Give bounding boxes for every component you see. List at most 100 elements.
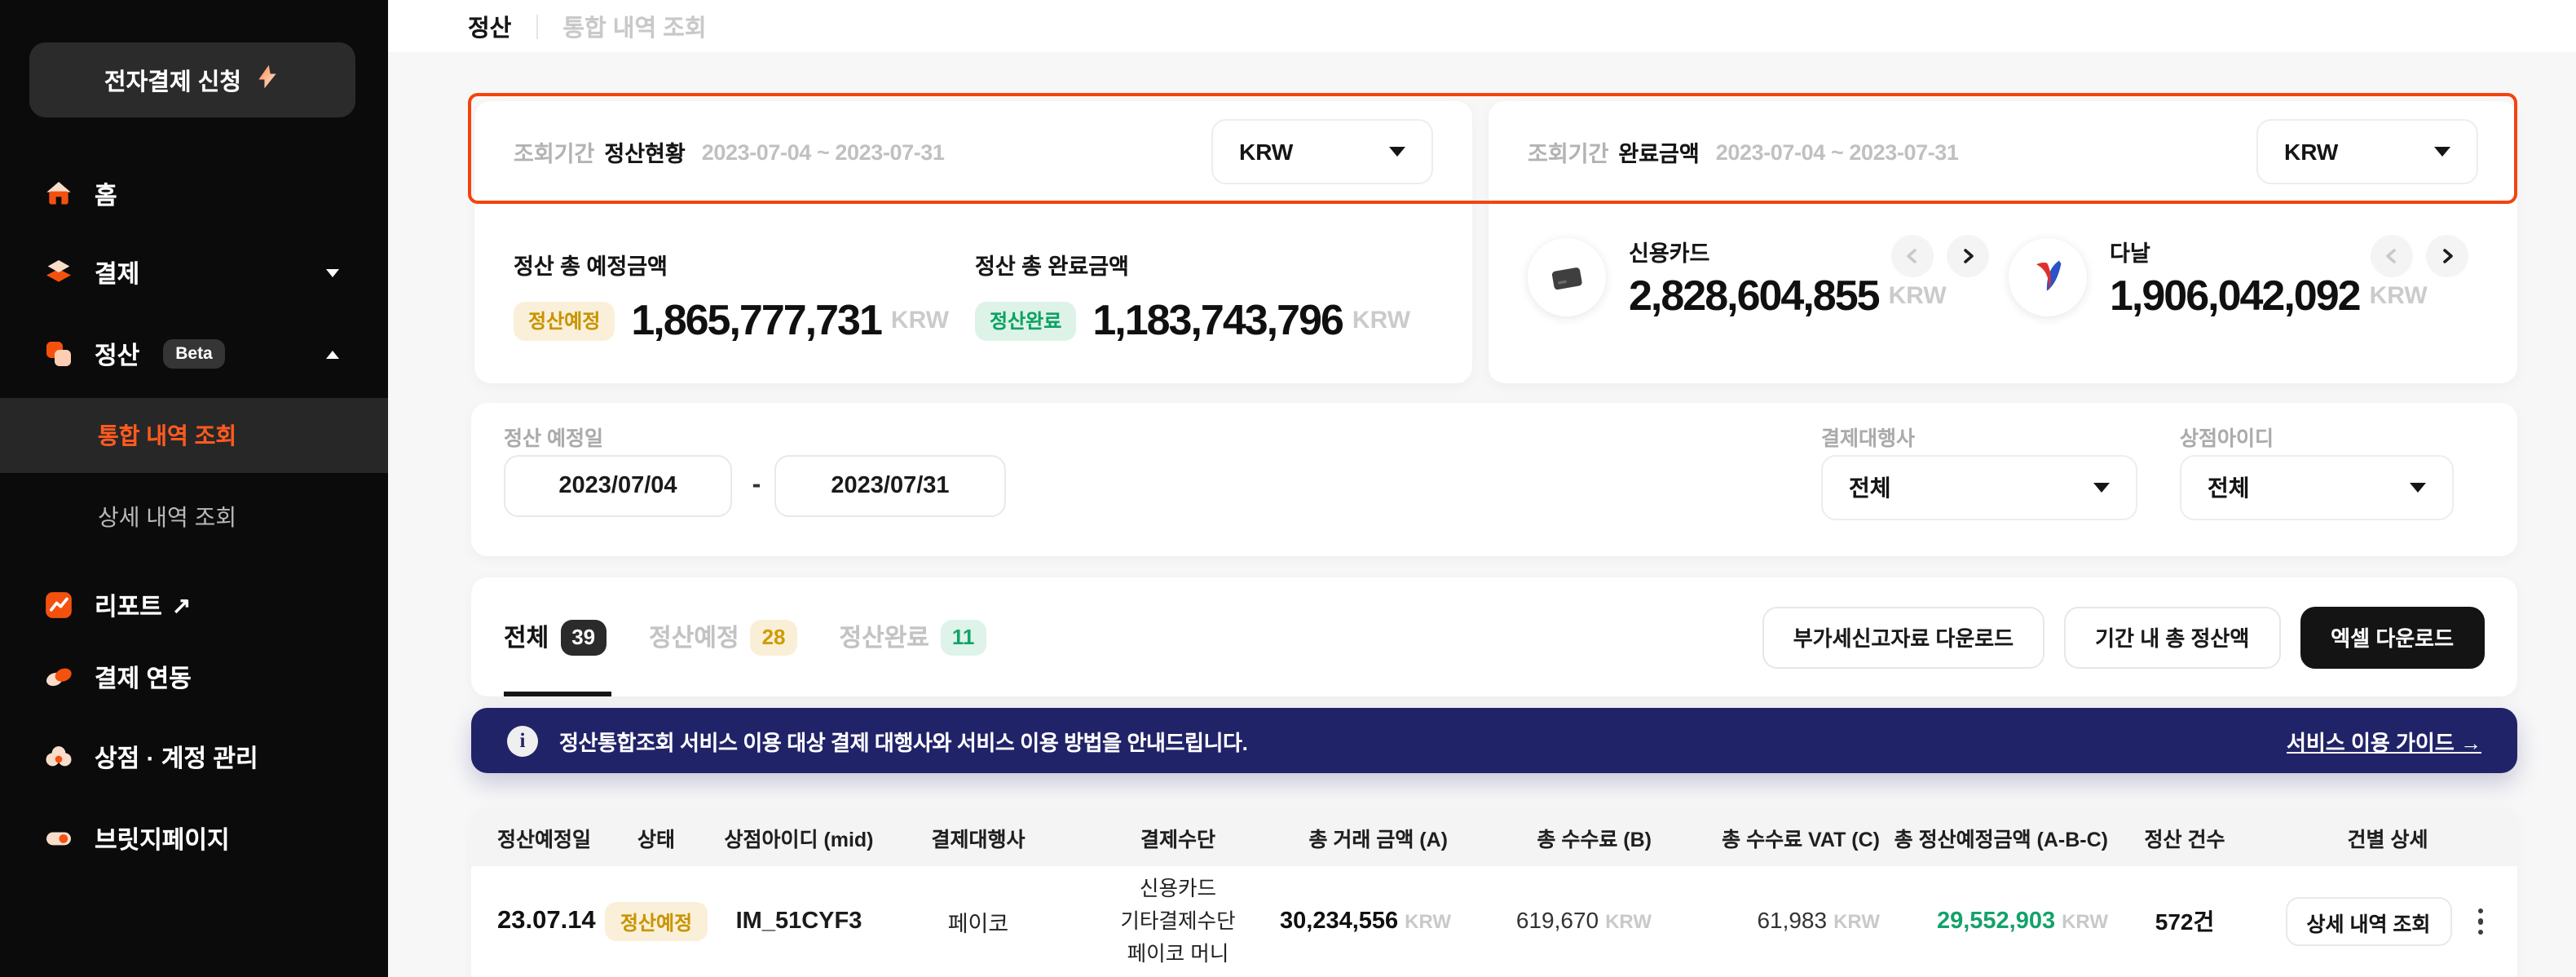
- tab-label: 정산완료: [840, 620, 929, 654]
- vat-report-download-button[interactable]: 부가세신고자료 다운로드: [1762, 606, 2044, 668]
- next-chevron-button[interactable]: [2426, 235, 2468, 277]
- period-total-button[interactable]: 기간 내 총 정산액: [2064, 606, 2280, 668]
- pg-select-value: 전체: [1849, 471, 1891, 504]
- sidebar-item-label: 홈: [95, 177, 117, 211]
- next-chevron-button[interactable]: [1947, 235, 1989, 277]
- report-chart-icon: [42, 589, 75, 621]
- link-pills-icon: [42, 661, 75, 693]
- sidebar-item-bridgepage[interactable]: 브릿지페이지: [0, 802, 388, 874]
- cell-pg: 페이코: [880, 905, 1076, 938]
- excel-download-button[interactable]: 엑셀 다운로드: [2300, 606, 2485, 668]
- completed-amount-card-header: 조회기간 완료금액 2023-07-04 ~ 2023-07-31 KRW: [1489, 101, 2517, 202]
- tabs-card: 전체 39 정산예정 28 정산완료 11 부가세신고자료 다운로드 기간 내 …: [471, 577, 2517, 696]
- sidebar-item-integrated-history[interactable]: 통합 내역 조회: [0, 398, 388, 473]
- prev-chevron-button[interactable]: [1891, 235, 1934, 277]
- sidebar-item-payment[interactable]: 결제: [0, 237, 388, 308]
- col-header: 총 거래 금액 (A): [1280, 821, 1451, 852]
- sidebar-item-label: 브릿지페이지: [95, 821, 230, 855]
- provider-credit-card: 신용카드 2,828,604,855 KRW: [1528, 225, 1947, 321]
- chevron-down-icon: [1389, 147, 1405, 157]
- home-icon: [42, 178, 75, 210]
- breadcrumb: 정산 통합 내역 조회: [468, 0, 707, 52]
- sidebar-item-store-account[interactable]: 상점 · 계정 관리: [0, 721, 388, 793]
- stat-unit: KRW: [891, 307, 949, 334]
- filter-card: 정산 예정일 2023/07/04 - 2023/07/31 결제대행사 전체 …: [471, 403, 2517, 556]
- stat-value: 1,865,777,731: [631, 295, 881, 346]
- sidebar-item-home[interactable]: 홈: [0, 158, 388, 230]
- sidebar: 전자결제 신청 홈 결제: [0, 0, 388, 977]
- sidebar-item-report[interactable]: 리포트 ↗: [0, 569, 388, 641]
- mid-filter-label: 상점아이디: [2180, 421, 2274, 452]
- status-tabs: 전체 39 정산예정 28 정산완료 11: [504, 577, 986, 696]
- provider-pager: [1891, 235, 1989, 277]
- service-guide-link[interactable]: 서비스 이용 가이드 →: [2287, 725, 2481, 756]
- tab-label: 정산예정: [649, 620, 739, 654]
- cell-payment-methods: 신용카드 기타결제수단 페이코 머니: [1076, 873, 1280, 970]
- cell-fee: 619,670KRW: [1451, 907, 1655, 936]
- sidebar-item-label: 상점 · 계정 관리: [95, 740, 258, 774]
- tab-all[interactable]: 전체 39: [504, 619, 607, 655]
- tab-pending[interactable]: 정산예정 28: [649, 619, 796, 655]
- topbar: 정산 통합 내역 조회: [388, 0, 2576, 52]
- provider-value: 1,906,042,092: [2110, 271, 2360, 321]
- sidebar-item-label: 리포트: [95, 588, 162, 622]
- chevron-down-icon: [2410, 483, 2426, 493]
- cell-mid: IM_51CYF3: [717, 908, 880, 935]
- tab-count-badge: 28: [751, 619, 797, 655]
- stat-unit: KRW: [1352, 307, 1410, 334]
- credit-card-icon: [1528, 238, 1606, 316]
- breadcrumb-section[interactable]: 정산: [468, 9, 511, 43]
- date-from-input[interactable]: 2023/07/04: [504, 455, 732, 517]
- detail-view-button[interactable]: 상세 내역 조회: [2286, 897, 2452, 946]
- lightning-icon: [254, 64, 280, 96]
- toggle-icon: [42, 822, 75, 855]
- tab-complete[interactable]: 정산완료 11: [840, 619, 986, 655]
- card-title: 완료금액: [1618, 135, 1699, 168]
- settlement-table: 정산예정일 상태 상점아이디 (mid) 결제대행사 결제수단 총 거래 금액 …: [471, 807, 2517, 977]
- status-badge: 정산예정: [606, 902, 707, 941]
- chevron-down-icon: [2434, 147, 2450, 157]
- provider-pager: [2371, 235, 2468, 277]
- epayment-apply-button[interactable]: 전자결제 신청: [29, 42, 355, 117]
- kebab-menu-icon[interactable]: [2471, 902, 2490, 942]
- expected-total-stat: 정산 총 예정금액 정산예정 1,865,777,731 KRW: [514, 248, 949, 346]
- sidebar-item-label: 결제 연동: [95, 660, 192, 694]
- sidebar-subitem-label: 상세 내역 조회: [98, 501, 236, 533]
- currency-select[interactable]: KRW: [1211, 119, 1433, 184]
- tab-count-badge: 11: [941, 619, 986, 655]
- cell-status: 정산예정: [595, 902, 717, 941]
- sidebar-item-label: 정산: [95, 337, 139, 371]
- info-banner: i 정산통합조회 서비스 이용 대상 결제 대행사와 서비스 이용 방법을 안내…: [471, 708, 2517, 773]
- table-row: 23.07.14 정산예정 IM_51CYF3 페이코 신용카드 기타결제수단 …: [471, 866, 2517, 977]
- currency-value: KRW: [2284, 139, 2338, 165]
- breadcrumb-current: 통합 내역 조회: [562, 9, 706, 43]
- sidebar-item-payment-integration[interactable]: 결제 연동: [0, 641, 388, 713]
- accounts-icon: [42, 740, 75, 773]
- card-title: 정산현황: [604, 135, 685, 168]
- period-range: 2023-07-04 ~ 2023-07-31: [702, 139, 945, 164]
- col-header: 총 수수료 (B): [1451, 821, 1655, 852]
- col-header: 총 정산예정금액 (A-B-C): [1883, 821, 2111, 852]
- main-content: 조회기간 정산현황 2023-07-04 ~ 2023-07-31 KRW 정산…: [388, 52, 2576, 977]
- sidebar-subitem-label: 통합 내역 조회: [98, 419, 236, 452]
- mid-select-value: 전체: [2208, 471, 2250, 504]
- danal-logo: [2009, 238, 2087, 316]
- chevron-up-icon: [326, 350, 339, 358]
- sidebar-item-label: 결제: [95, 255, 139, 290]
- currency-select[interactable]: KRW: [2256, 119, 2478, 184]
- prev-chevron-button[interactable]: [2371, 235, 2413, 277]
- cell-detail: 상세 내역 조회: [2258, 897, 2517, 946]
- date-range-separator: -: [739, 455, 774, 517]
- pg-select[interactable]: 전체: [1821, 455, 2137, 520]
- sidebar-item-detail-history[interactable]: 상세 내역 조회: [0, 480, 388, 555]
- settlement-status-card-header: 조회기간 정산현황 2023-07-04 ~ 2023-07-31 KRW: [474, 101, 1472, 202]
- mid-select[interactable]: 전체: [2180, 455, 2454, 520]
- col-header: 정산예정일: [471, 821, 595, 852]
- cell-settlement-count: 572건: [2111, 905, 2258, 938]
- date-to-input[interactable]: 2023/07/31: [774, 455, 1006, 517]
- col-header: 총 수수료 VAT (C): [1655, 821, 1883, 852]
- breadcrumb-divider: [536, 14, 538, 38]
- col-header: 결제수단: [1076, 821, 1280, 852]
- sidebar-item-settlement[interactable]: 정산 Beta: [0, 318, 388, 390]
- beta-badge: Beta: [162, 339, 226, 369]
